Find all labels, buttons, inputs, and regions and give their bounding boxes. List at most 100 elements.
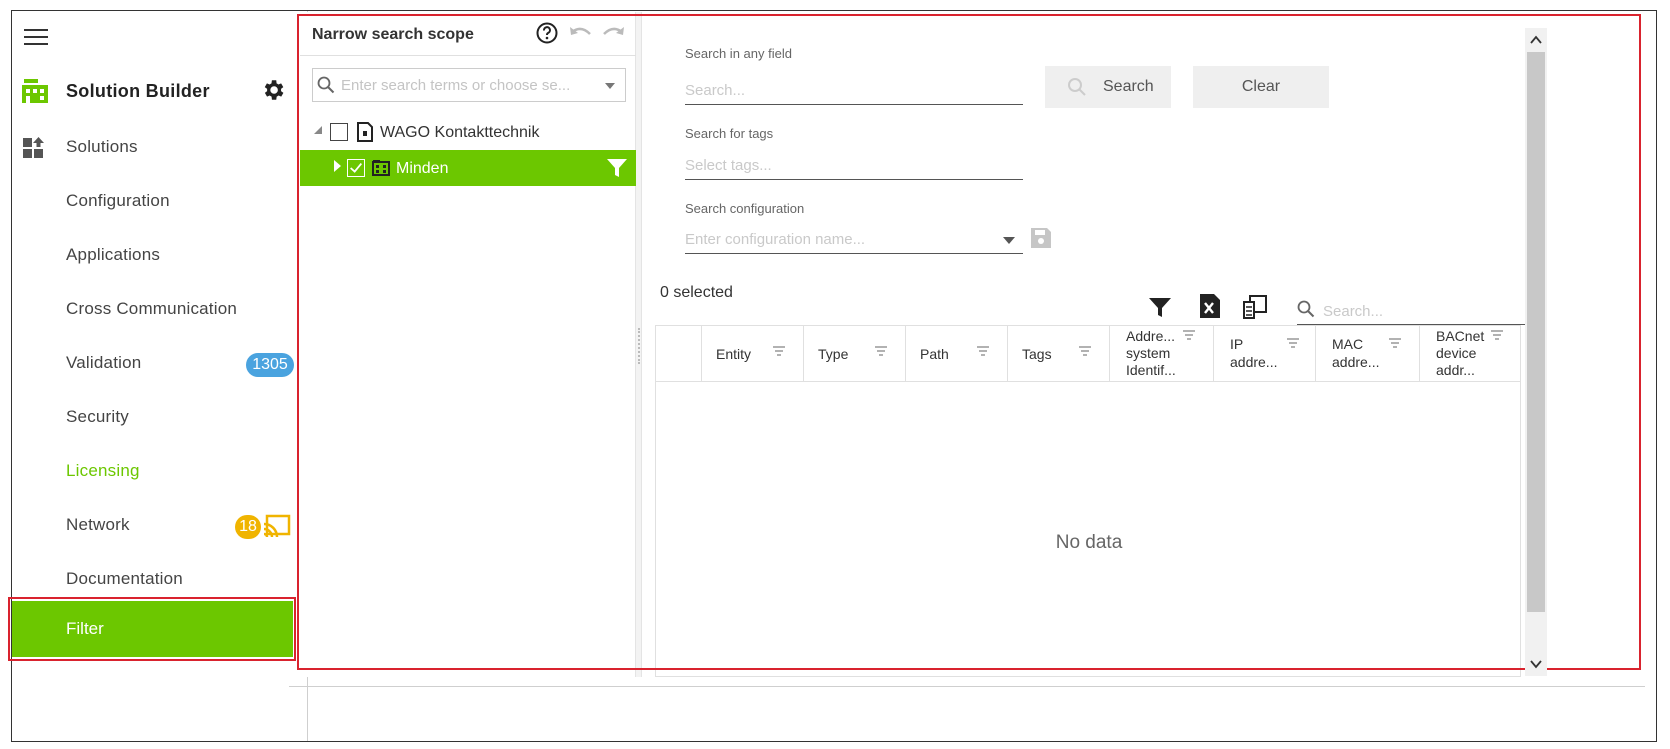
chevron-down-icon[interactable] bbox=[605, 83, 615, 89]
column-header-select[interactable] bbox=[656, 326, 702, 382]
sidebar-item-network[interactable]: Network 18 bbox=[12, 501, 308, 553]
tree-node-checkbox-checked[interactable] bbox=[347, 159, 365, 177]
search-button[interactable]: Search bbox=[1045, 66, 1171, 108]
sidebar-item-applications[interactable]: Applications bbox=[12, 231, 308, 283]
help-icon[interactable] bbox=[536, 22, 558, 44]
search-icon bbox=[1068, 78, 1086, 96]
building-icon bbox=[372, 160, 390, 176]
column-header-label: MAC bbox=[1332, 336, 1364, 352]
column-header-address-system-identifier[interactable]: Addre... system Identif... bbox=[1110, 326, 1214, 382]
tree-header: Narrow search scope bbox=[300, 12, 636, 56]
column-header-label: Addre... bbox=[1126, 328, 1176, 344]
sidebar-item-security[interactable]: Security bbox=[12, 393, 308, 445]
search-button-label: Search bbox=[1103, 78, 1154, 95]
column-filter-icon[interactable] bbox=[772, 346, 786, 356]
network-count-badge: 18 bbox=[235, 515, 261, 539]
sidebar-item-label: Documentation bbox=[66, 569, 183, 588]
tree-node-minden[interactable]: Minden bbox=[300, 150, 636, 186]
sidebar: Solution Builder Solutions Configuration… bbox=[8, 11, 308, 741]
chevron-down-icon[interactable] bbox=[1003, 237, 1015, 244]
filter-panel: Narrow search scope Enter search terms o… bbox=[300, 12, 1640, 677]
excel-export-icon[interactable] bbox=[1197, 292, 1223, 320]
config-label: Search configuration bbox=[685, 201, 805, 216]
validation-count-badge: 1305 bbox=[246, 353, 294, 377]
search-icon bbox=[317, 76, 335, 94]
bottom-divider bbox=[289, 686, 1645, 687]
column-header-label: Path bbox=[920, 346, 949, 362]
grid-search-input[interactable] bbox=[1321, 299, 1521, 323]
scroll-down-icon[interactable] bbox=[1528, 656, 1544, 672]
clear-button-label: Clear bbox=[1241, 78, 1281, 95]
selected-count: 0 selected bbox=[660, 284, 733, 301]
search-icon bbox=[1297, 300, 1315, 318]
scroll-up-icon[interactable] bbox=[1528, 32, 1544, 48]
sidebar-item-label: Licensing bbox=[66, 461, 140, 480]
cast-icon bbox=[263, 514, 291, 538]
column-chooser-icon[interactable] bbox=[1242, 292, 1268, 320]
grid-search-box[interactable] bbox=[1297, 297, 1527, 325]
sidebar-item-label: Validation bbox=[66, 353, 142, 372]
sidebar-item-solutions[interactable]: Solutions bbox=[12, 123, 308, 175]
column-filter-icon[interactable] bbox=[874, 346, 888, 356]
column-header-type[interactable]: Type bbox=[804, 326, 906, 382]
tree-node-wago-kontakttechnik[interactable]: WAGO Kontakttechnik bbox=[300, 114, 636, 150]
sidebar-item-validation[interactable]: Validation 1305 bbox=[12, 339, 308, 391]
tags-label: Search for tags bbox=[685, 126, 774, 141]
splitter-grip[interactable] bbox=[638, 328, 640, 364]
hamburger-menu-icon[interactable] bbox=[24, 29, 48, 47]
column-header-mac-address[interactable]: MAC addre... bbox=[1316, 326, 1420, 382]
column-filter-icon[interactable] bbox=[1078, 346, 1092, 356]
any-field-label: Search in any field bbox=[685, 46, 792, 61]
tree-title: Narrow search scope bbox=[312, 26, 474, 43]
search-content-pane: Search in any field Search Clear Search … bbox=[642, 12, 1640, 677]
column-header-label: Entity bbox=[716, 346, 752, 362]
expand-arrow-icon[interactable] bbox=[334, 160, 341, 172]
any-field-input[interactable] bbox=[685, 77, 1023, 105]
vertical-scrollbar[interactable] bbox=[1525, 28, 1547, 676]
sidebar-item-label: Configuration bbox=[66, 191, 170, 210]
solutions-icon bbox=[23, 137, 44, 158]
sidebar-brand: Solution Builder bbox=[12, 69, 308, 111]
redo-icon[interactable] bbox=[600, 24, 626, 42]
sidebar-item-licensing[interactable]: Licensing bbox=[12, 447, 308, 499]
column-header-tags[interactable]: Tags bbox=[1008, 326, 1110, 382]
column-filter-icon[interactable] bbox=[1182, 330, 1196, 340]
save-icon[interactable] bbox=[1030, 227, 1052, 249]
column-header-label: BACnet bbox=[1436, 328, 1485, 344]
filter-icon[interactable] bbox=[606, 157, 628, 179]
column-header-bacnet-device-address[interactable]: BACnet device addr... bbox=[1420, 326, 1522, 382]
clear-button[interactable]: Clear bbox=[1193, 66, 1329, 108]
gear-icon[interactable] bbox=[260, 77, 286, 103]
sidebar-item-configuration[interactable]: Configuration bbox=[12, 177, 308, 229]
sidebar-item-filter[interactable]: Filter bbox=[12, 601, 293, 657]
sidebar-item-label: Filter bbox=[66, 619, 104, 638]
tree-search-combobox[interactable] bbox=[312, 68, 626, 102]
sidebar-item-documentation[interactable]: Documentation bbox=[12, 555, 308, 607]
undo-icon[interactable] bbox=[568, 24, 594, 42]
collapse-arrow-icon[interactable] bbox=[314, 126, 322, 134]
config-input[interactable] bbox=[685, 226, 1023, 254]
column-header-label: device bbox=[1436, 345, 1477, 361]
scrollbar-thumb[interactable] bbox=[1527, 52, 1545, 612]
sidebar-item-label: Solutions bbox=[66, 137, 138, 156]
brand-label: Solution Builder bbox=[66, 81, 210, 101]
sidebar-item-label: Applications bbox=[66, 245, 161, 264]
column-filter-icon[interactable] bbox=[1490, 330, 1504, 340]
empty-state-text: No data bbox=[1055, 532, 1123, 553]
column-filter-icon[interactable] bbox=[976, 346, 990, 356]
sidebar-item-cross-communication[interactable]: Cross Communication bbox=[12, 285, 308, 337]
document-icon bbox=[357, 122, 373, 142]
column-header-path[interactable]: Path bbox=[906, 326, 1008, 382]
column-header-ip-address[interactable]: IP addre... bbox=[1214, 326, 1316, 382]
column-header-label: addre... bbox=[1230, 354, 1278, 370]
column-filter-icon[interactable] bbox=[1388, 338, 1402, 348]
column-header-entity[interactable]: Entity bbox=[702, 326, 804, 382]
tree-node-label: Minden bbox=[396, 160, 449, 177]
filter-icon[interactable] bbox=[1147, 292, 1173, 320]
column-header-label: Identif... bbox=[1126, 362, 1176, 378]
column-header-label: Tags bbox=[1022, 346, 1052, 362]
tree-node-checkbox[interactable] bbox=[330, 123, 348, 141]
tree-search-input[interactable] bbox=[339, 73, 595, 97]
tags-input[interactable] bbox=[685, 152, 1023, 180]
column-filter-icon[interactable] bbox=[1286, 338, 1300, 348]
